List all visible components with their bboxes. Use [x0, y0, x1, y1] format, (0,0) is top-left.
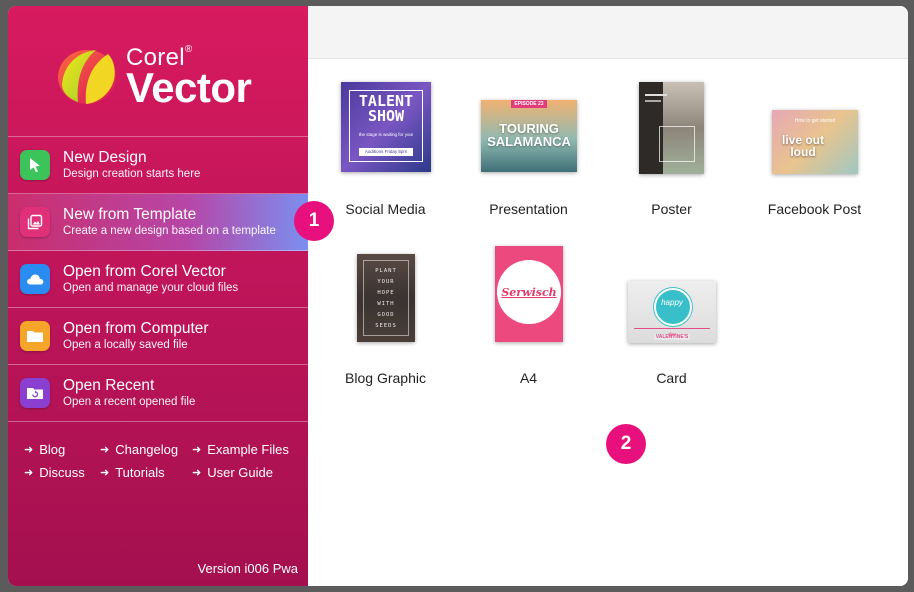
template-gallery: TALENT SHOW the stage is waiting for you…	[308, 6, 908, 586]
thumb-text: Serwisch	[501, 286, 557, 299]
template-social-media[interactable]: TALENT SHOW the stage is waiting for you…	[314, 80, 457, 220]
template-label: Card	[656, 370, 687, 386]
thumb-text: SEEDS	[375, 323, 397, 329]
menu-item-open-from-computer[interactable]: Open from Computer Open a locally saved f…	[8, 308, 308, 365]
facebook-post-thumbnail: How to get started live out loud	[772, 110, 858, 174]
menu-item-title: Open Recent	[63, 377, 155, 394]
link-label: Discuss	[39, 465, 85, 480]
corel-vector-logo: Corel® Vector	[8, 6, 308, 136]
menu-item-subtitle: Design creation starts here	[63, 168, 201, 180]
start-screen-window: Corel® Vector New Design Design creation …	[8, 6, 908, 586]
link-label: Blog	[39, 442, 66, 457]
thumb-text: loud	[790, 145, 816, 159]
thumb-text: the stage is waiting for you!	[358, 132, 414, 137]
link-label: Tutorials	[115, 465, 165, 480]
callout-badge-2: 2	[606, 424, 646, 464]
menu-item-title: New from Template	[63, 206, 197, 223]
corel-balloon-icon	[58, 50, 116, 104]
thumb-text: HOPE	[377, 290, 395, 296]
menu-item-subtitle: Open and manage your cloud files	[63, 282, 239, 294]
menu-item-title: New Design	[63, 149, 147, 166]
template-card[interactable]: happy VALENTINE'S day Card	[600, 246, 743, 386]
thumb-text: happy	[661, 298, 683, 307]
template-poster[interactable]: Poster	[600, 80, 743, 220]
logo-vector-text: Vector	[126, 64, 252, 111]
menu-item-subtitle: Open a locally saved file	[63, 339, 188, 351]
thumb-text: WITH	[377, 301, 395, 307]
menu-item-new-from-template[interactable]: New from Template Create a new design bas…	[8, 194, 308, 251]
presentation-thumbnail: EPISODE 23 TOURING SALAMANCA	[481, 100, 577, 172]
link-example-files[interactable]: ➜ Example Files	[192, 442, 289, 457]
link-blog[interactable]: ➜ Blog	[24, 442, 65, 457]
arrow-right-icon: ➜	[24, 444, 34, 456]
link-changelog[interactable]: ➜ Changelog	[100, 442, 178, 457]
link-user-guide[interactable]: ➜ User Guide	[192, 465, 273, 480]
template-blog-graphic[interactable]: PLANT YOUR HOPE WITH GOOD SEEDS Blog Gra…	[314, 246, 457, 386]
menu-item-open-from-corel-vector[interactable]: Open from Corel Vector Open and manage yo…	[8, 251, 308, 308]
pointer-icon	[20, 150, 50, 180]
thumb-text: SHOW	[367, 107, 405, 125]
menu-item-title: Open from Corel Vector	[63, 263, 226, 280]
menu-item-subtitle: Open a recent opened file	[63, 396, 196, 408]
registered-mark: ®	[184, 44, 193, 55]
thumb-text: EPISODE 23	[511, 100, 547, 108]
menu-item-subtitle: Create a new design based on a template	[63, 225, 276, 237]
arrow-right-icon: ➜	[100, 444, 110, 456]
arrow-right-icon: ➜	[192, 444, 202, 456]
link-discuss[interactable]: ➜ Discuss	[24, 465, 85, 480]
link-label: Example Files	[207, 442, 289, 457]
folder-icon	[20, 321, 50, 351]
gallery-top-bar	[308, 6, 908, 59]
thumb-text: How to get started	[794, 118, 836, 124]
arrow-right-icon: ➜	[24, 467, 34, 479]
template-label: Blog Graphic	[345, 370, 426, 386]
template-a4[interactable]: Serwisch A4	[457, 246, 600, 386]
link-label: User Guide	[207, 465, 273, 480]
template-label: Poster	[651, 201, 692, 217]
thumb-text: Auditions Friday 5pm	[359, 148, 413, 156]
thumb-text: day	[667, 332, 677, 338]
thumb-text: YOUR	[377, 279, 395, 285]
template-label: Facebook Post	[767, 201, 862, 217]
menu-item-open-recent[interactable]: Open Recent Open a recent opened file	[8, 365, 308, 422]
blog-graphic-thumbnail: PLANT YOUR HOPE WITH GOOD SEEDS	[357, 254, 415, 342]
thumb-text: GOOD	[377, 312, 395, 318]
card-thumbnail: happy VALENTINE'S day	[628, 281, 716, 343]
social-media-thumbnail: TALENT SHOW the stage is waiting for you…	[341, 82, 431, 172]
callout-badge-1: 1	[294, 201, 334, 241]
a4-thumbnail: Serwisch	[495, 246, 563, 342]
thumb-text: SALAMANCA	[487, 134, 571, 149]
menu-item-title: Open from Computer	[63, 320, 209, 337]
version-label: Version i006 Pwa	[197, 561, 298, 576]
thumb-text: PLANT	[375, 268, 397, 274]
template-label: A4	[519, 370, 538, 386]
arrow-right-icon: ➜	[100, 467, 110, 479]
menu-item-new-design[interactable]: New Design Design creation starts here	[8, 137, 308, 194]
image-icon	[20, 207, 50, 237]
template-label: Presentation	[489, 201, 568, 217]
template-label: Social Media	[345, 201, 426, 217]
template-facebook-post[interactable]: How to get started live out loud Faceboo…	[743, 80, 886, 220]
start-menu: New Design Design creation starts here Ne…	[8, 136, 308, 422]
link-label: Changelog	[115, 442, 179, 457]
recent-folder-icon	[20, 378, 50, 408]
arrow-right-icon: ➜	[192, 467, 202, 479]
link-tutorials[interactable]: ➜ Tutorials	[100, 465, 165, 480]
sidebar: Corel® Vector New Design Design creation …	[8, 6, 308, 586]
poster-thumbnail	[639, 82, 704, 174]
cloud-icon	[20, 264, 50, 294]
template-presentation[interactable]: EPISODE 23 TOURING SALAMANCA Presentatio…	[457, 80, 600, 220]
